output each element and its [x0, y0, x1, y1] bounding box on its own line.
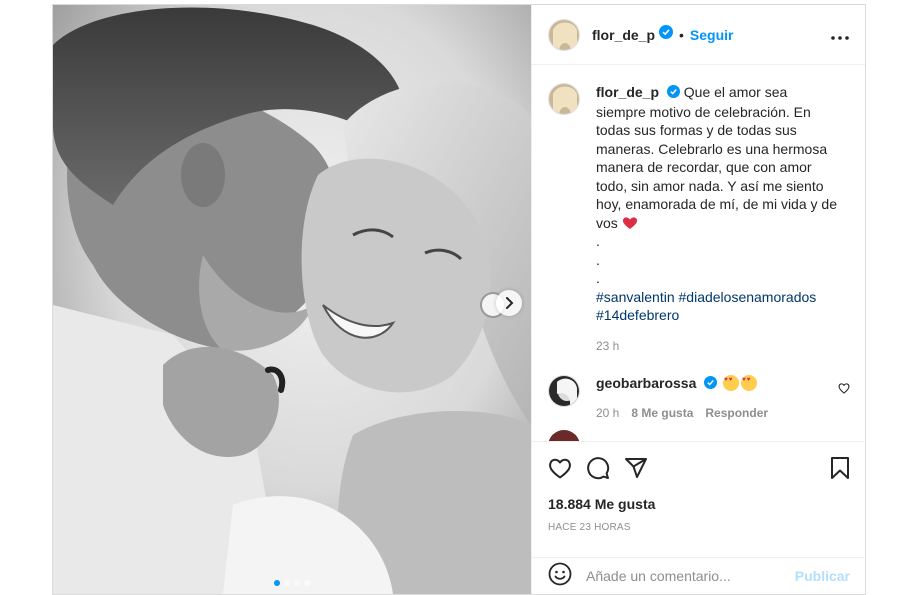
post-header: flor_de_p • Seguir: [532, 5, 865, 65]
action-icons: [548, 442, 850, 494]
carousel-dot: [274, 580, 280, 586]
comment-time[interactable]: 20 h: [596, 406, 619, 420]
caption-time[interactable]: 23 h: [596, 339, 850, 353]
add-comment-bar: Publicar: [532, 557, 866, 594]
comment-input[interactable]: [586, 568, 795, 584]
next-comment-avatar: [548, 429, 850, 441]
verified-badge-icon: [666, 84, 680, 103]
post-sidebar: flor_de_p • Seguir flor_de_p Que el amor…: [531, 5, 866, 594]
instagram-post: flor_de_p • Seguir flor_de_p Que el amor…: [52, 4, 866, 595]
caption-hashtags: #sanvalentin #diadelosenamorados #14defe…: [596, 288, 840, 325]
next-slide-button[interactable]: [496, 290, 522, 316]
carousel-dot: [284, 580, 290, 586]
more-horizontal-icon[interactable]: [831, 24, 849, 45]
heart-eyes-emoji-icon: [741, 374, 758, 391]
posted-time[interactable]: HACE 23 HORAS: [548, 522, 850, 533]
hashtag-link[interactable]: #14defebrero: [596, 307, 679, 323]
heart-eyes-emoji-icon: [723, 374, 740, 391]
hashtag-link[interactable]: #diadelosenamorados: [679, 289, 817, 305]
comment-meta: 20 h 8 Me gusta Responder: [596, 406, 838, 420]
caption-body: Que el amor sea siempre motivo de celebr…: [596, 84, 837, 231]
caption-dot: .: [596, 233, 600, 250]
bookmark-icon[interactable]: [830, 457, 850, 479]
verified-badge-icon: [704, 375, 718, 392]
comment-likes[interactable]: 8 Me gusta: [631, 406, 693, 420]
post-media[interactable]: [53, 5, 531, 594]
hashtag-link[interactable]: #sanvalentin: [596, 289, 675, 305]
caption-text: flor_de_p Que el amor sea siempre motivo…: [596, 83, 840, 325]
caption-dot: .: [596, 270, 600, 287]
comment-item: geobarbarossa 20 h 8 Me gusta Responder: [548, 374, 850, 420]
comment-body: geobarbarossa 20 h 8 Me gusta Responder: [596, 374, 838, 420]
comment-username[interactable]: geobarbarossa: [596, 375, 696, 391]
carousel-indicator: [53, 580, 531, 586]
caption-dot: .: [596, 251, 600, 268]
red-heart-icon: [622, 215, 638, 231]
avatar[interactable]: [548, 18, 580, 51]
header-username[interactable]: flor_de_p: [592, 27, 655, 43]
like-comment-heart-icon[interactable]: [838, 381, 850, 399]
verified-badge-icon: [659, 25, 674, 44]
emoji-icon[interactable]: [548, 562, 572, 591]
comment-avatar[interactable]: [548, 374, 580, 407]
caption: flor_de_p Que el amor sea siempre motivo…: [548, 83, 850, 325]
share-send-icon[interactable]: [624, 456, 648, 480]
caption-avatar[interactable]: [548, 83, 580, 115]
chevron-right-icon: [506, 297, 514, 309]
post-actions: 18.884 Me gusta HACE 23 HORAS: [532, 441, 866, 533]
post-photo: [53, 5, 531, 594]
publish-button[interactable]: Publicar: [795, 568, 850, 584]
caption-username[interactable]: flor_de_p: [596, 84, 659, 100]
likes-count[interactable]: 18.884 Me gusta: [548, 496, 850, 512]
comments-list[interactable]: flor_de_p Que el amor sea siempre motivo…: [532, 65, 866, 441]
heart-icon[interactable]: [548, 457, 572, 479]
carousel-dot: [294, 580, 300, 586]
follow-button[interactable]: Seguir: [690, 27, 734, 43]
carousel-dot: [304, 580, 310, 586]
comment-icon[interactable]: [586, 456, 610, 480]
header-separator: •: [679, 26, 684, 43]
reply-button[interactable]: Responder: [705, 406, 768, 420]
